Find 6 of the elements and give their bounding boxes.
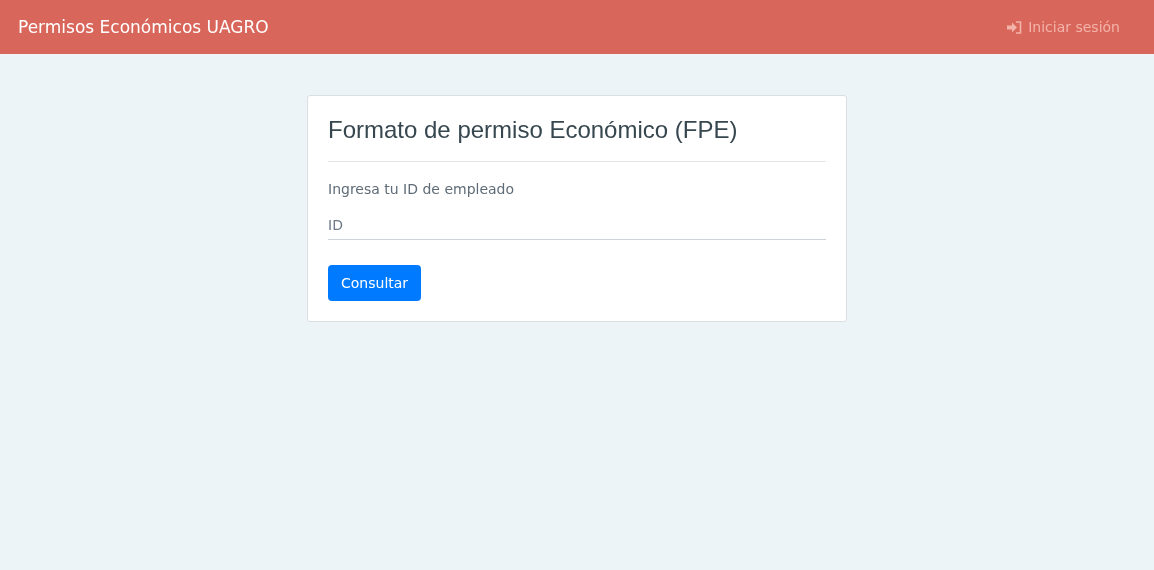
consult-button[interactable]: Consultar (328, 265, 422, 301)
id-field[interactable]: ID (328, 217, 826, 240)
brand-title: Permisos Económicos UAGRO (18, 17, 269, 37)
sign-in-icon (1007, 20, 1023, 34)
field-label: Ingresa tu ID de empleado (328, 181, 516, 197)
card-title: Formato de permiso Económico (FPE) (328, 116, 739, 145)
